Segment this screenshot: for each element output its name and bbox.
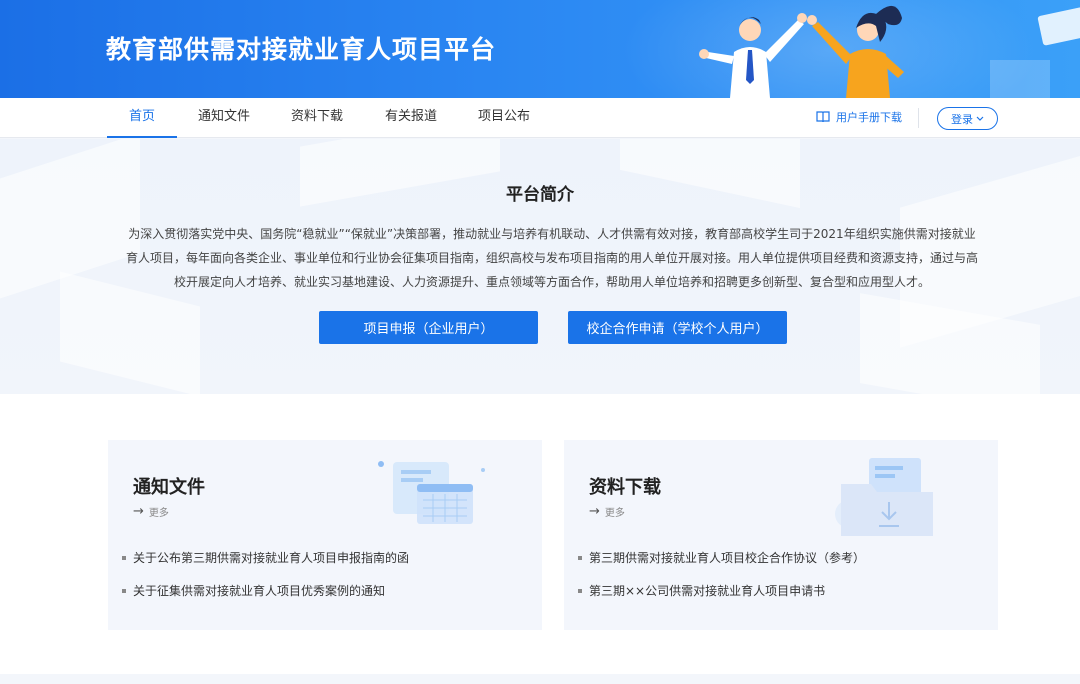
login-label: 登录	[951, 111, 973, 127]
downloads-title: 资料下载	[589, 473, 661, 499]
manual-download-link[interactable]: 用户手册下载	[816, 109, 902, 125]
manual-download-label: 用户手册下载	[836, 109, 902, 125]
header-banner: 教育部供需对接就业育人项目平台	[0, 0, 1080, 98]
list-item[interactable]: 第三期××公司供需对接就业育人项目申请书	[578, 581, 865, 614]
main-nav: 首页 通知文件 资料下载 有关报道 项目公布 用户手册下载 登录	[0, 98, 1080, 138]
book-icon	[816, 111, 830, 123]
intro-title: 平台简介	[0, 180, 1080, 205]
tab-home[interactable]: 首页	[107, 98, 177, 138]
arrow-right-icon: →	[589, 504, 600, 519]
login-button[interactable]: 登录	[937, 107, 998, 130]
bullet	[578, 556, 582, 560]
bullet	[122, 589, 126, 593]
bullet	[578, 589, 582, 593]
downloads-more-link[interactable]: → 更多	[589, 504, 625, 519]
enterprise-apply-button[interactable]: 项目申报（企业用户）	[319, 311, 538, 344]
notices-more-label: 更多	[149, 504, 169, 519]
arrow-right-icon: →	[133, 504, 144, 519]
download-folder-illustration	[829, 454, 949, 540]
nav-divider	[918, 108, 919, 128]
download-link[interactable]: 第三期供需对接就业育人项目校企合作协议（参考）	[589, 548, 865, 568]
school-apply-button[interactable]: 校企合作申请（学校个人用户）	[568, 311, 787, 344]
notice-link[interactable]: 关于征集供需对接就业育人项目优秀案例的通知	[133, 581, 385, 601]
notices-title: 通知文件	[133, 473, 205, 499]
high-five-illustration	[690, 0, 1080, 98]
calendar-document-illustration	[373, 456, 493, 536]
content-section: 通知文件 → 更多 关于公布第三期供需对接就业育人项目申报指南的函 关于征集供需…	[0, 394, 1080, 684]
downloads-card: 资料下载 → 更多 第三期供需对接就业育人项目校企合作协议（参考） 第三期××公…	[564, 440, 998, 630]
download-link[interactable]: 第三期××公司供需对接就业育人项目申请书	[589, 581, 825, 601]
downloads-list: 第三期供需对接就业育人项目校企合作协议（参考） 第三期××公司供需对接就业育人项…	[578, 548, 865, 614]
list-item[interactable]: 关于征集供需对接就业育人项目优秀案例的通知	[122, 581, 409, 614]
tab-projects[interactable]: 项目公布	[470, 98, 538, 138]
platform-title: 教育部供需对接就业育人项目平台	[106, 30, 496, 66]
notices-card: 通知文件 → 更多 关于公布第三期供需对接就业育人项目申报指南的函 关于征集供需…	[108, 440, 542, 630]
list-item[interactable]: 关于公布第三期供需对接就业育人项目申报指南的函	[122, 548, 409, 581]
intro-text: 为深入贯彻落实党中央、国务院“稳就业”“保就业”决策部署，推动就业与培养有机联动…	[124, 222, 980, 294]
chevron-down-icon	[976, 116, 984, 122]
notices-list: 关于公布第三期供需对接就业育人项目申报指南的函 关于征集供需对接就业育人项目优秀…	[122, 548, 409, 614]
tab-notices[interactable]: 通知文件	[190, 98, 258, 138]
notices-more-link[interactable]: → 更多	[133, 504, 169, 519]
notice-link[interactable]: 关于公布第三期供需对接就业育人项目申报指南的函	[133, 548, 409, 568]
tab-reports[interactable]: 有关报道	[377, 98, 445, 138]
intro-section: 平台简介 为深入贯彻落实党中央、国务院“稳就业”“保就业”决策部署，推动就业与培…	[0, 139, 1080, 394]
footer-strip	[0, 674, 1080, 684]
tab-downloads[interactable]: 资料下载	[283, 98, 351, 138]
list-item[interactable]: 第三期供需对接就业育人项目校企合作协议（参考）	[578, 548, 865, 581]
downloads-more-label: 更多	[605, 504, 625, 519]
bullet	[122, 556, 126, 560]
